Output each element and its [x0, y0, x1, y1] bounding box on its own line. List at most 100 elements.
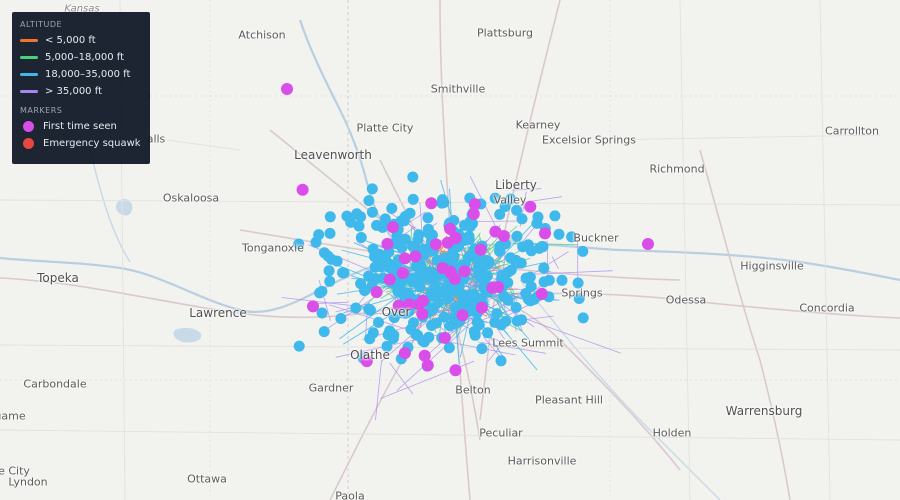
first-seen-marker[interactable] [370, 286, 383, 299]
aircraft-marker[interactable] [335, 313, 347, 324]
first-seen-marker[interactable] [468, 198, 481, 211]
aircraft-marker[interactable] [422, 212, 434, 224]
first-seen-marker[interactable] [398, 252, 411, 265]
first-seen-marker[interactable] [386, 221, 399, 234]
first-seen-marker[interactable] [449, 232, 462, 244]
first-seen-marker[interactable] [642, 238, 654, 250]
first-seen-marker[interactable] [413, 298, 426, 311]
aircraft-marker[interactable] [538, 262, 550, 274]
first-seen-marker[interactable] [281, 83, 293, 95]
first-seen-marker[interactable] [535, 287, 548, 300]
aircraft-marker[interactable] [491, 308, 503, 320]
legend-item-alt-high: 18,000–35,000 ft [20, 66, 142, 83]
first-seen-marker[interactable] [409, 250, 422, 263]
place-harrisonville: Harrisonville [507, 454, 577, 468]
aircraft-marker[interactable] [338, 267, 350, 279]
aircraft-marker[interactable] [510, 257, 522, 269]
aircraft-marker[interactable] [388, 329, 400, 341]
aircraft-marker[interactable] [459, 219, 470, 231]
first-seen-marker[interactable] [396, 267, 409, 279]
first-seen-marker[interactable] [492, 281, 505, 293]
aircraft-marker[interactable] [323, 265, 335, 277]
aircraft-marker[interactable] [473, 265, 485, 277]
aircraft-marker[interactable] [556, 274, 568, 286]
aircraft-marker[interactable] [438, 311, 450, 323]
aircraft-marker[interactable] [404, 207, 416, 219]
aircraft-marker[interactable] [314, 287, 326, 299]
map-view[interactable]: Kansas Atchison Plattsburg Smithville Pl… [0, 0, 900, 500]
aircraft-marker[interactable] [448, 251, 460, 263]
legend-swatch-mid [20, 56, 38, 59]
aircraft-marker[interactable] [549, 210, 561, 222]
aircraft-marker[interactable] [469, 325, 481, 337]
aircraft-marker[interactable] [412, 234, 424, 245]
aircraft-marker[interactable] [313, 229, 325, 241]
aircraft-marker[interactable] [318, 326, 330, 338]
aircraft-marker[interactable] [411, 271, 423, 283]
aircraft-marker[interactable] [525, 281, 537, 293]
aircraft-marker[interactable] [363, 270, 375, 282]
first-seen-marker[interactable] [475, 301, 488, 314]
aircraft-marker[interactable] [516, 213, 528, 225]
aircraft-marker[interactable] [577, 312, 589, 324]
aircraft-marker[interactable] [496, 269, 508, 281]
place-oskaloosa: Oskaloosa [162, 191, 220, 205]
aircraft-marker[interactable] [366, 183, 378, 195]
aircraft-marker[interactable] [367, 243, 379, 255]
place-leavenworth: Leavenworth [294, 148, 372, 162]
aircraft-marker[interactable] [439, 287, 450, 299]
aircraft-marker[interactable] [414, 281, 426, 293]
aircraft-marker[interactable] [350, 302, 362, 314]
aircraft-marker[interactable] [495, 355, 507, 367]
aircraft-marker[interactable] [496, 319, 507, 331]
first-seen-marker[interactable] [429, 238, 442, 251]
first-seen-marker[interactable] [398, 347, 411, 360]
aircraft-marker[interactable] [410, 328, 422, 340]
aircraft-marker[interactable] [577, 245, 589, 257]
first-seen-marker[interactable] [489, 225, 502, 238]
first-seen-marker[interactable] [296, 183, 309, 196]
first-seen-marker[interactable] [421, 359, 434, 372]
aircraft-marker[interactable] [355, 232, 367, 243]
aircraft-marker[interactable] [293, 340, 305, 352]
aircraft-marker[interactable] [366, 206, 378, 218]
first-seen-marker[interactable] [425, 197, 438, 210]
aircraft-marker[interactable] [553, 228, 565, 240]
first-seen-marker[interactable] [456, 309, 469, 322]
first-seen-marker[interactable] [458, 265, 471, 278]
aircraft-marker[interactable] [407, 171, 419, 183]
aircraft-marker[interactable] [538, 276, 550, 288]
aircraft-marker[interactable] [421, 268, 433, 280]
aircraft-marker[interactable] [324, 211, 336, 223]
aircraft-marker[interactable] [517, 241, 529, 253]
aircraft-marker[interactable] [436, 196, 448, 208]
aircraft-marker[interactable] [511, 315, 523, 327]
aircraft-marker[interactable] [365, 304, 376, 316]
aircraft-marker[interactable] [331, 255, 343, 267]
aircraft-marker[interactable] [471, 316, 483, 328]
aircraft-marker[interactable] [532, 211, 544, 223]
aircraft-marker[interactable] [422, 223, 434, 235]
aircraft-marker[interactable] [369, 261, 381, 273]
aircraft-marker[interactable] [511, 230, 523, 242]
first-seen-marker[interactable] [307, 300, 319, 313]
first-seen-marker[interactable] [474, 243, 487, 256]
first-seen-marker[interactable] [449, 364, 462, 377]
first-seen-marker[interactable] [444, 265, 457, 278]
aircraft-marker[interactable] [351, 208, 363, 220]
aircraft-marker[interactable] [426, 320, 437, 331]
legend-item-alt-top: > 35,000 ft [20, 83, 142, 100]
first-seen-marker[interactable] [539, 227, 551, 240]
aircraft-marker[interactable] [386, 202, 398, 214]
first-seen-marker[interactable] [381, 237, 394, 250]
first-seen-marker[interactable] [383, 273, 396, 286]
aircraft-marker[interactable] [407, 193, 419, 205]
aircraft-marker[interactable] [476, 343, 488, 355]
aircraft-marker[interactable] [364, 333, 376, 345]
aircraft-marker[interactable] [324, 227, 336, 239]
aircraft-marker[interactable] [324, 275, 336, 287]
first-seen-marker[interactable] [438, 331, 451, 344]
aircraft-marker[interactable] [463, 234, 475, 245]
aircraft-marker[interactable] [385, 263, 397, 275]
aircraft-marker[interactable] [363, 195, 375, 207]
